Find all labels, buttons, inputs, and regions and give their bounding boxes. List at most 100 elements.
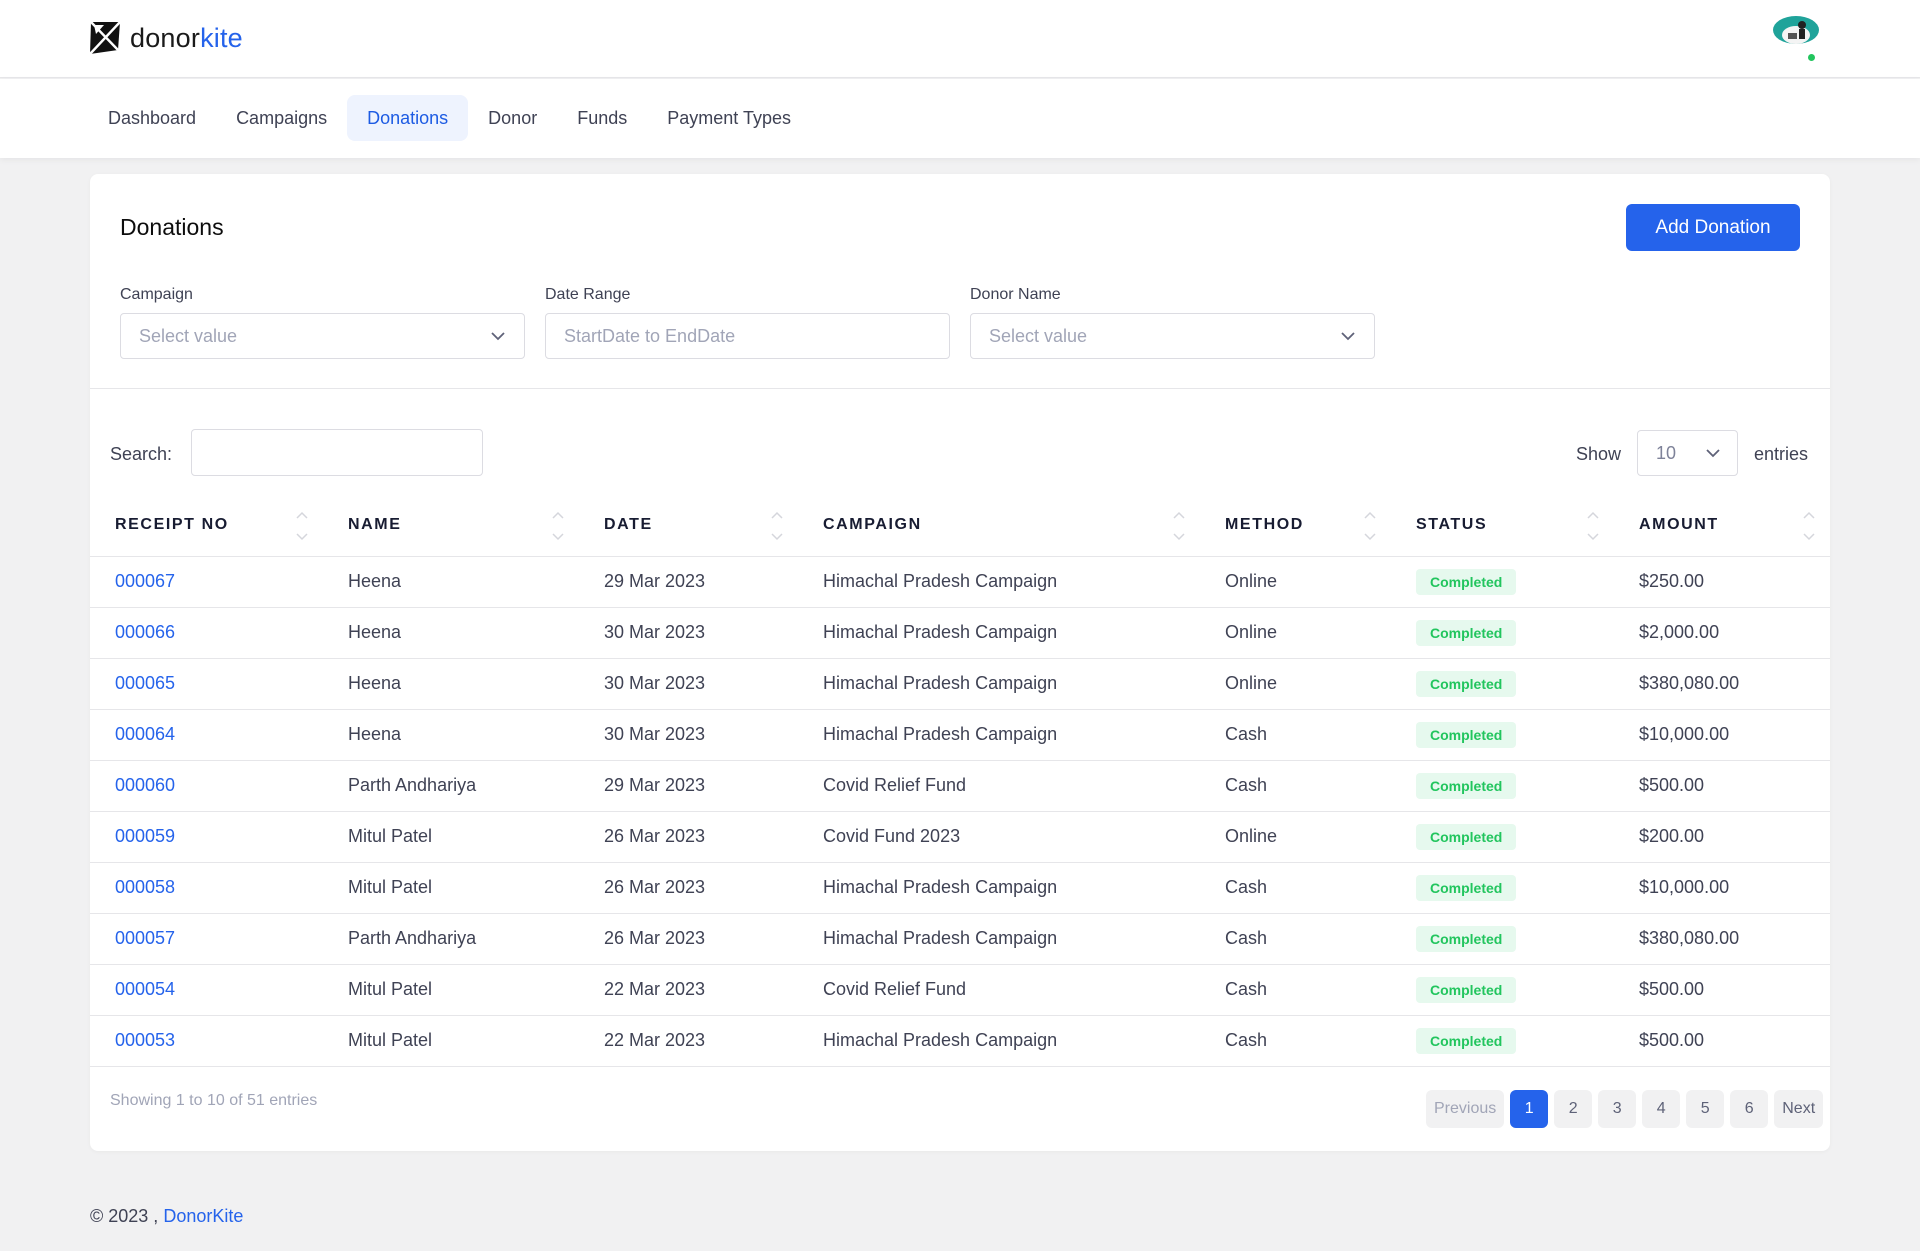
sort-icon[interactable] [1172, 511, 1186, 541]
campaign-cell: Himachal Pradesh Campaign [798, 1015, 1200, 1067]
receipt-link[interactable]: 000058 [90, 862, 323, 914]
table-row: 000058 Mitul Patel 26 Mar 2023 Himachal Pra… [90, 862, 1830, 914]
amount-cell: $2,000.00 [1614, 607, 1830, 659]
next-page-button[interactable]: Next [1774, 1090, 1824, 1128]
nav-item-donor[interactable]: Donor [468, 95, 557, 141]
donor-name-cell: Parth Andhariya [323, 760, 579, 812]
campaign-cell: Himachal Pradesh Campaign [798, 913, 1200, 965]
method-cell: Cash [1200, 1015, 1391, 1067]
status-badge: Completed [1416, 823, 1517, 850]
status-cell: Completed [1391, 811, 1614, 863]
donor-name-cell: Heena [323, 709, 579, 761]
nav-item-campaigns[interactable]: Campaigns [216, 95, 347, 141]
receipt-link[interactable]: 000067 [90, 556, 323, 608]
sort-icon[interactable] [1586, 511, 1600, 541]
date-range-filter-label: Date Range [545, 286, 631, 303]
nav-item-donations[interactable]: Donations [347, 95, 469, 141]
page-button-3[interactable]: 3 [1598, 1090, 1637, 1128]
page-button-5[interactable]: 5 [1686, 1090, 1725, 1128]
donor-name-cell: Heena [323, 607, 579, 659]
footer: © 2023 , DonorKite [90, 1206, 243, 1227]
donor-name-cell: Mitul Patel [323, 862, 579, 914]
column-header-label: RECEIPT NO [115, 515, 229, 533]
date-range-input[interactable]: StartDate to EndDate [545, 313, 950, 359]
column-header-status[interactable]: STATUS [1391, 494, 1614, 557]
page-title: Donations [120, 214, 224, 240]
sort-icon[interactable] [1363, 511, 1377, 541]
logo-text: donorkite [130, 22, 243, 53]
table-row: 000060 Parth Andhariya 29 Mar 2023 Covid Re… [90, 760, 1830, 812]
date-cell: 30 Mar 2023 [579, 709, 798, 761]
receipt-link[interactable]: 000060 [90, 760, 323, 812]
receipt-link[interactable]: 000059 [90, 811, 323, 863]
receipt-link[interactable]: 000053 [90, 1015, 323, 1067]
donor-name-select[interactable]: Select value [970, 313, 1375, 359]
nav-item-dashboard[interactable]: Dashboard [88, 95, 216, 141]
column-header-label: DATE [604, 515, 653, 533]
amount-cell: $500.00 [1614, 964, 1830, 1016]
status-cell: Completed [1391, 658, 1614, 710]
donor-name-select-placeholder: Select value [989, 325, 1088, 346]
status-badge: Completed [1416, 874, 1517, 901]
chevron-down-icon [1341, 332, 1355, 341]
receipt-link[interactable]: 000065 [90, 658, 323, 710]
column-header-method[interactable]: METHOD [1200, 494, 1391, 557]
sort-icon[interactable] [551, 511, 565, 541]
logo[interactable]: donorkite [88, 20, 243, 56]
user-avatar[interactable] [1772, 15, 1820, 49]
column-header-date[interactable]: DATE [579, 494, 798, 557]
page-button-4[interactable]: 4 [1642, 1090, 1681, 1128]
sort-icon[interactable] [295, 511, 309, 541]
entries-per-page-select[interactable]: 10 [1637, 430, 1738, 476]
receipt-link[interactable]: 000054 [90, 964, 323, 1016]
entries-label: entries [1754, 444, 1809, 464]
search-label: Search: [110, 444, 173, 464]
date-cell: 26 Mar 2023 [579, 862, 798, 914]
column-header-label: STATUS [1416, 515, 1488, 533]
status-cell: Completed [1391, 913, 1614, 965]
page-button-2[interactable]: 2 [1554, 1090, 1593, 1128]
date-cell: 26 Mar 2023 [579, 913, 798, 965]
search-input[interactable] [191, 429, 483, 476]
column-header-label: CAMPAIGN [823, 515, 922, 533]
donor-name-filter-label: Donor Name [970, 286, 1061, 303]
add-donation-button[interactable]: Add Donation [1626, 204, 1800, 251]
chevron-down-icon [491, 332, 505, 341]
campaign-cell: Himachal Pradesh Campaign [798, 709, 1200, 761]
donations-card: Donations Add Donation Campaign Select v… [90, 174, 1830, 1151]
status-badge: Completed [1416, 721, 1517, 748]
campaign-select[interactable]: Select value [120, 313, 525, 359]
date-cell: 22 Mar 2023 [579, 1015, 798, 1067]
receipt-link[interactable]: 000066 [90, 607, 323, 659]
page-button-6[interactable]: 6 [1730, 1090, 1769, 1128]
donor-name-cell: Parth Andhariya [323, 913, 579, 965]
nav-item-funds[interactable]: Funds [557, 95, 647, 141]
nav-item-payment-types[interactable]: Payment Types [647, 95, 811, 141]
receipt-link[interactable]: 000064 [90, 709, 323, 761]
donor-name-filter: Donor Name Select value [970, 286, 1375, 359]
sort-icon[interactable] [770, 511, 784, 541]
donor-name-cell: Heena [323, 658, 579, 710]
status-cell: Completed [1391, 760, 1614, 812]
column-header-label: NAME [348, 515, 402, 533]
status-badge: Completed [1416, 976, 1517, 1003]
column-header-amount[interactable]: AMOUNT [1614, 494, 1830, 557]
status-badge: Completed [1416, 619, 1517, 646]
sort-icon[interactable] [1802, 511, 1816, 541]
receipt-link[interactable]: 000057 [90, 913, 323, 965]
chevron-down-icon [1706, 449, 1720, 458]
column-header-name[interactable]: NAME [323, 494, 579, 557]
footer-brand-link[interactable]: DonorKite [163, 1206, 243, 1226]
status-badge: Completed [1416, 772, 1517, 799]
campaign-cell: Covid Relief Fund [798, 760, 1200, 812]
column-header-label: AMOUNT [1639, 515, 1719, 533]
table-row: 000064 Heena 30 Mar 2023 Himachal Pradesh C… [90, 709, 1830, 761]
campaign-cell: Covid Relief Fund [798, 964, 1200, 1016]
column-header-receipt-no[interactable]: RECEIPT NO [90, 494, 323, 557]
previous-page-button[interactable]: Previous [1426, 1090, 1505, 1128]
page-button-1[interactable]: 1 [1510, 1090, 1549, 1128]
method-cell: Online [1200, 811, 1391, 863]
date-cell: 29 Mar 2023 [579, 556, 798, 608]
column-header-campaign[interactable]: CAMPAIGN [798, 494, 1200, 557]
amount-cell: $250.00 [1614, 556, 1830, 608]
